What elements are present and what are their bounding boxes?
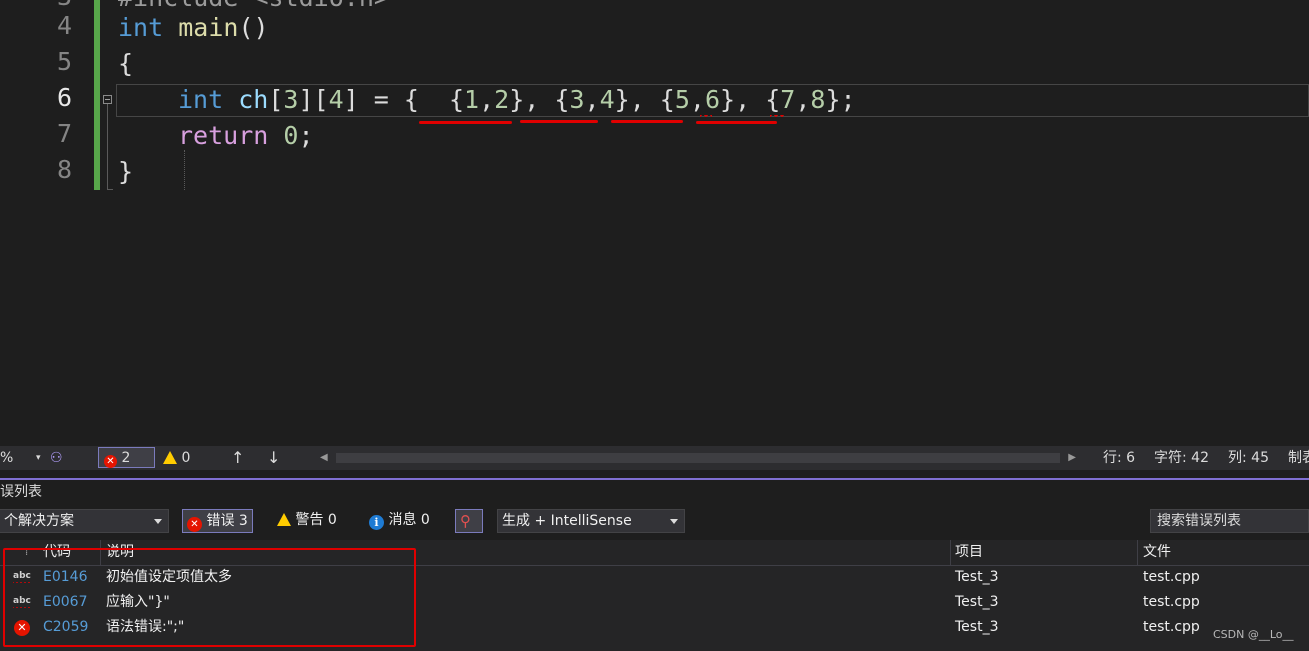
error-icon: ✕ [104, 455, 117, 468]
warnings-filter-button[interactable]: 警告 0 [273, 509, 341, 533]
arrow-down-icon[interactable]: ↓ [267, 446, 280, 470]
code-editor[interactable]: 3 4 5 6 7 8 #include <stdio.h> int main(… [0, 0, 1309, 446]
line-number: 5 [56, 47, 72, 76]
chevron-down-icon[interactable]: ▾ [36, 446, 41, 470]
indent-guide [184, 150, 185, 190]
scroll-right-icon[interactable]: ▶ [1068, 446, 1076, 470]
error-list-toolbar: 个解决方案 ✕ 错误 3 警告 0 i 消息 0 ⚲ 生成 + IntelliS… [0, 506, 1309, 536]
function-name: main [178, 13, 239, 42]
line-number: 4 [56, 11, 72, 40]
line-number-active: 6 [56, 83, 72, 112]
keyword: int [118, 13, 164, 42]
column-divider[interactable] [1137, 540, 1138, 565]
fold-guide [107, 104, 108, 190]
annotation-underline [611, 120, 683, 123]
collapse-icon[interactable] [103, 95, 112, 104]
column-header-file[interactable]: 文件 [1143, 540, 1171, 565]
annotation-underline [419, 121, 512, 124]
change-indicator-bar [94, 0, 100, 190]
line-number: 7 [56, 119, 72, 148]
error-squiggle [700, 115, 712, 119]
error-file: test.cpp [1143, 594, 1200, 610]
watermark: CSDN @__Lo__ [1213, 628, 1294, 641]
code-line-8: } [118, 157, 134, 186]
annotation-box [3, 548, 416, 647]
tab-indicator[interactable]: 制表 [1288, 446, 1309, 470]
error-file: test.cpp [1143, 569, 1200, 585]
error-icon: ✕ [187, 517, 202, 532]
line-number: 3 [0, 0, 72, 11]
scroll-left-icon[interactable]: ◀ [320, 446, 328, 470]
panel-title: 误列表 [0, 484, 42, 500]
warning-icon [277, 513, 291, 526]
intellicode-icon[interactable]: ⚇ [50, 446, 63, 470]
code-line-7: return 0; [178, 121, 314, 150]
chevron-down-icon [670, 519, 678, 524]
error-project: Test_3 [955, 594, 999, 610]
char-indicator[interactable]: 字符: 42 [1154, 446, 1209, 470]
error-count[interactable]: ✕ 2 [104, 446, 130, 470]
messages-filter-button[interactable]: i 消息 0 [365, 509, 434, 533]
column-indicator[interactable]: 列: 45 [1228, 446, 1269, 470]
warning-count[interactable]: 0 [163, 446, 190, 470]
code-line-6: int ch[3][4] = { {1,2}, {3,4}, {5,6}, {7… [178, 85, 856, 114]
horizontal-scrollbar[interactable]: ◀ ▶ [318, 450, 1078, 466]
line-number: 8 [56, 155, 72, 184]
column-header-project[interactable]: 项目 [955, 540, 983, 565]
info-icon: i [369, 515, 384, 530]
scope-dropdown[interactable]: 个解决方案 [0, 509, 169, 533]
code-line-4: int main() [118, 10, 269, 46]
build-filter-dropdown[interactable]: 生成 + IntelliSense [497, 509, 685, 533]
annotation-underline [696, 121, 777, 124]
punctuation: () [238, 13, 269, 42]
chevron-down-icon [154, 519, 162, 524]
search-input[interactable]: 搜索错误列表 [1150, 509, 1309, 533]
scrollbar-track[interactable] [336, 453, 1060, 463]
error-squiggle [770, 115, 784, 119]
fold-guide-end [107, 189, 113, 190]
code-line-5: { [118, 49, 134, 78]
filter-icon[interactable]: ⚲ [455, 509, 483, 533]
line-indicator[interactable]: 行: 6 [1103, 446, 1135, 470]
panel-active-border [0, 478, 1309, 480]
errors-filter-button[interactable]: ✕ 错误 3 [182, 509, 253, 533]
warning-icon [163, 451, 177, 464]
column-divider[interactable] [950, 540, 951, 565]
error-file: test.cpp [1143, 619, 1200, 635]
arrow-up-icon[interactable]: ↑ [231, 446, 244, 470]
annotation-underline [520, 120, 598, 123]
editor-status-bar: % ▾ ⚇ ✕ 2 0 ↑ ↓ ◀ ▶ 行: 6 字符: 42 列: 45 制表 [0, 446, 1309, 470]
error-project: Test_3 [955, 569, 999, 585]
zoom-level[interactable]: % [0, 446, 13, 470]
error-project: Test_3 [955, 619, 999, 635]
